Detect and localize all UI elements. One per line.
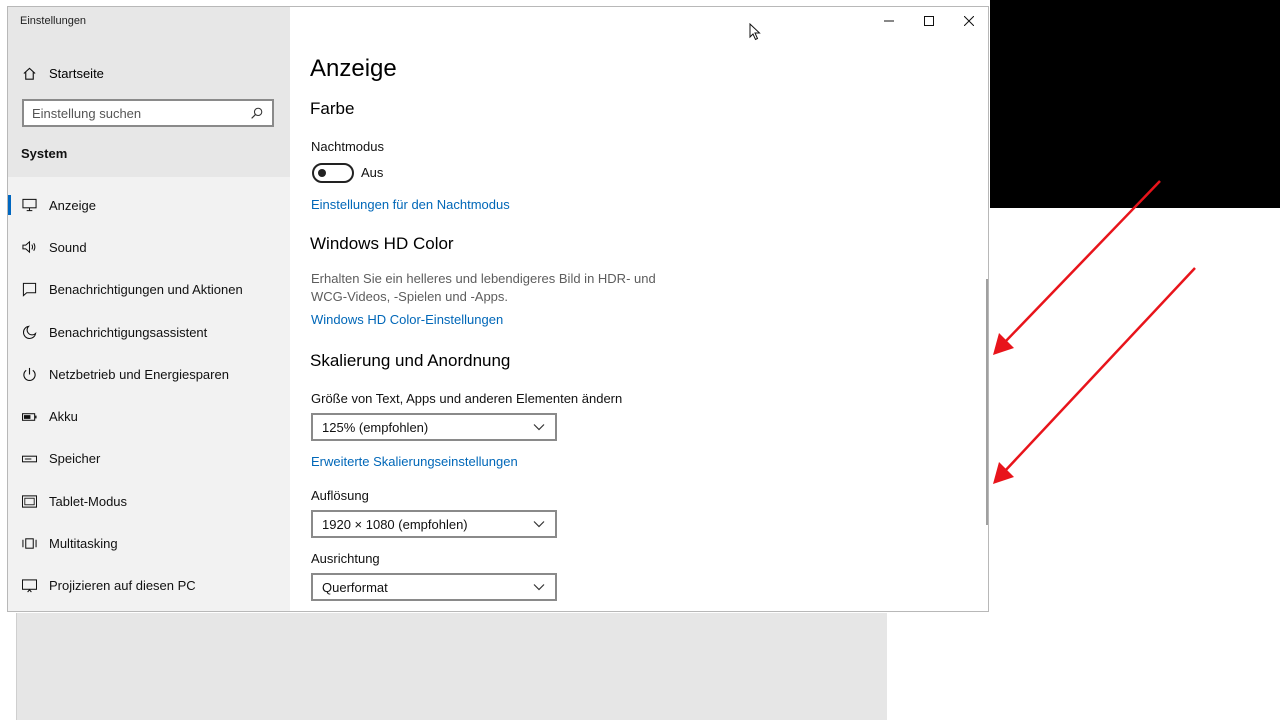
annotation-arrows <box>993 180 1196 484</box>
